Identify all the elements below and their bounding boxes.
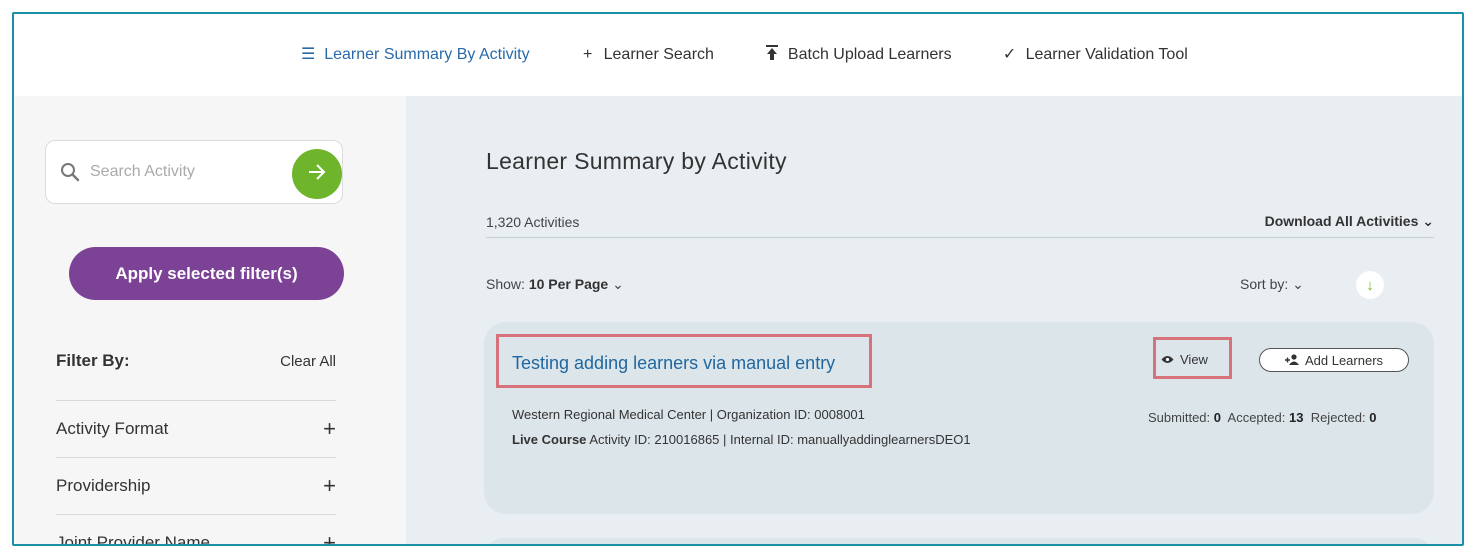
filter-providership[interactable]: Providership + <box>56 457 336 514</box>
show-label: Show: <box>486 276 525 292</box>
course-ids: Activity ID: 210016865 | Internal ID: ma… <box>589 432 971 447</box>
filter-title: Filter By: <box>56 351 130 370</box>
nav-label: Learner Search <box>603 46 714 63</box>
search-submit-button[interactable] <box>292 149 342 199</box>
expand-plus-icon: + <box>323 473 336 498</box>
activity-count: 1,320 Activities <box>486 213 580 230</box>
nav-learner-search[interactable]: + Learner Search <box>580 46 714 64</box>
top-navigation: ☰ Learner Summary By Activity + Learner … <box>14 14 1462 96</box>
activity-card: Testing adding learners via manual entry… <box>484 322 1434 514</box>
add-learners-button[interactable]: Add Learners <box>1259 348 1409 372</box>
apply-filters-button[interactable]: Apply selected filter(s) <box>69 247 344 300</box>
upload-icon <box>764 45 780 65</box>
filter-joint-provider-name[interactable]: Joint Provider Name + <box>56 514 336 546</box>
per-page-selector[interactable]: Show: 10 Per Page ⌄ <box>486 276 624 293</box>
chevron-down-icon: ⌄ <box>1422 213 1434 229</box>
expand-plus-icon: + <box>323 530 336 546</box>
learner-stats: Submitted: 0 Accepted: 13 Rejected: 0 <box>1148 410 1376 425</box>
list-icon: ☰ <box>301 46 316 63</box>
add-user-icon <box>1284 353 1299 368</box>
app-window: ☰ Learner Summary By Activity + Learner … <box>12 12 1464 546</box>
nav-label: Batch Upload Learners <box>787 46 952 63</box>
search-icon <box>60 162 80 182</box>
sort-direction-button[interactable]: ↓ <box>1356 271 1384 299</box>
filter-header: Filter By: Clear All <box>56 351 336 371</box>
nav-validation-tool[interactable]: ✓ Learner Validation Tool <box>1002 46 1188 64</box>
accepted-count: 13 <box>1288 410 1304 425</box>
accepted-label: Accepted: <box>1227 410 1286 425</box>
per-page-value: 10 Per Page <box>528 276 609 292</box>
sort-by-dropdown[interactable]: Sort by: ⌄ <box>1240 276 1304 293</box>
results-bar: 1,320 Activities Download All Activities… <box>486 206 1434 238</box>
course-info: Live Course Activity ID: 210016865 | Int… <box>512 432 971 447</box>
arrow-down-icon: ↓ <box>1366 276 1374 294</box>
search-input[interactable] <box>90 159 290 185</box>
download-all-label: Download All Activities <box>1264 213 1419 229</box>
rejected-count: 0 <box>1369 410 1377 425</box>
filter-label: Joint Provider Name <box>56 533 211 546</box>
plus-icon: + <box>582 46 593 63</box>
nav-learner-summary[interactable]: ☰ Learner Summary By Activity <box>300 46 530 64</box>
filter-sidebar: Apply selected filter(s) Filter By: Clea… <box>14 96 406 546</box>
check-icon: ✓ <box>1002 46 1017 63</box>
chevron-down-icon: ⌄ <box>1292 276 1304 292</box>
organization-info: Western Regional Medical Center | Organi… <box>512 407 865 422</box>
screenshot-frame: ☰ Learner Summary By Activity + Learner … <box>0 0 1476 554</box>
download-all-dropdown[interactable]: Download All Activities ⌄ <box>1265 213 1434 230</box>
arrow-right-icon <box>307 161 327 187</box>
chevron-down-icon: ⌄ <box>612 276 624 292</box>
filter-activity-format[interactable]: Activity Format + <box>56 400 336 457</box>
submitted-label: Submitted: <box>1148 410 1211 425</box>
filter-label: Providership <box>56 476 151 495</box>
filter-label: Activity Format <box>56 419 169 438</box>
nav-label: Learner Summary By Activity <box>324 46 530 63</box>
nav-label: Learner Validation Tool <box>1025 46 1188 63</box>
rejected-label: Rejected: <box>1310 410 1366 425</box>
main-content: Learner Summary by Activity 1,320 Activi… <box>406 96 1462 544</box>
activity-card <box>484 538 1434 544</box>
page-title: Learner Summary by Activity <box>486 148 787 174</box>
nav-batch-upload[interactable]: Batch Upload Learners <box>764 45 952 65</box>
view-button[interactable]: View <box>1161 352 1208 367</box>
clear-all-link[interactable]: Clear All <box>280 353 336 370</box>
submitted-count: 0 <box>1213 410 1222 425</box>
sort-label: Sort by: <box>1240 276 1289 292</box>
view-label: View <box>1180 352 1208 367</box>
activity-title-link[interactable]: Testing adding learners via manual entry <box>512 353 835 374</box>
search-box <box>45 140 343 204</box>
expand-plus-icon: + <box>323 416 336 441</box>
eye-icon <box>1161 352 1174 367</box>
add-learners-label: Add Learners <box>1304 352 1384 368</box>
course-type: Live Course <box>512 432 587 447</box>
